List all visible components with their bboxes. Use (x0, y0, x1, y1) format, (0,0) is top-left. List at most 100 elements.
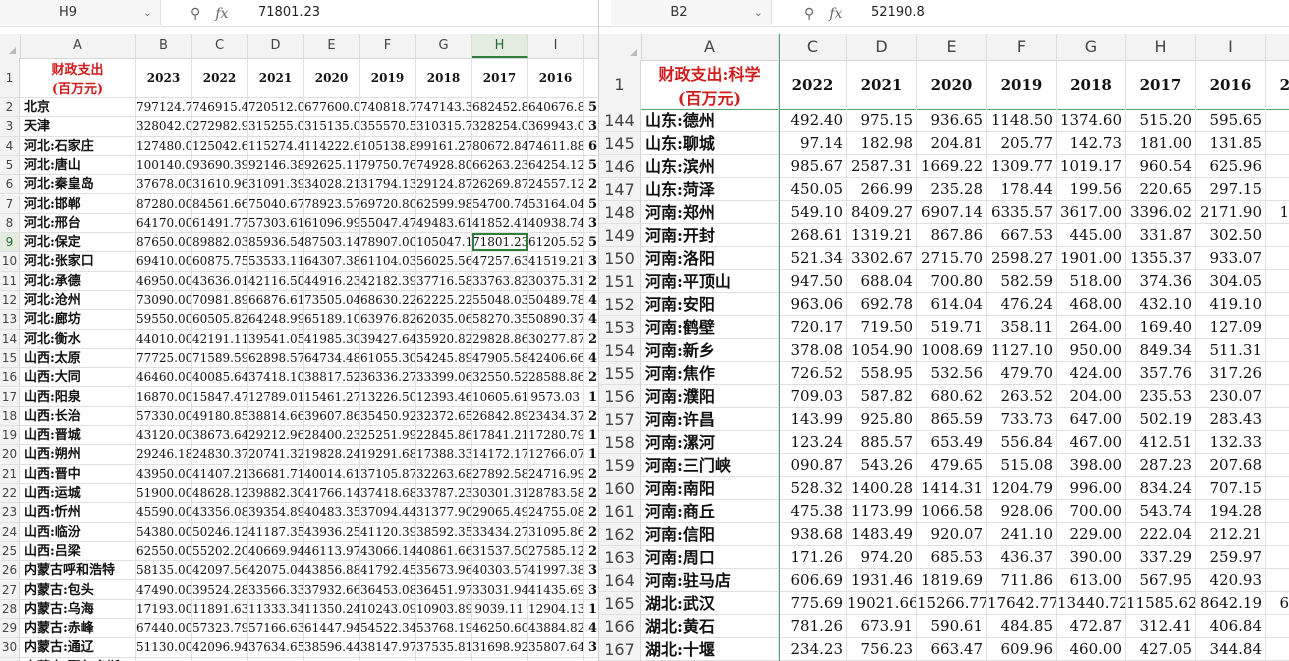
overflow-cell[interactable]: 2 (584, 523, 598, 541)
value-cell[interactable]: 287.23 (1126, 454, 1196, 476)
value-cell[interactable]: 412.51 (1126, 431, 1196, 453)
value-cell[interactable]: 682452.84 (472, 98, 528, 117)
value-cell[interactable]: 6818.9 (1266, 592, 1289, 614)
row-header[interactable]: 18 (0, 406, 20, 426)
row-header[interactable]: 15 (0, 348, 20, 368)
value-cell[interactable]: 29828.86 (472, 329, 528, 348)
value-cell[interactable]: 726.52 (779, 362, 847, 384)
row-header[interactable]: 146 (599, 155, 641, 177)
value-cell[interactable]: 707.15 (1196, 477, 1266, 499)
value-cell[interactable]: 1901.00 (1057, 247, 1126, 269)
value-cell[interactable]: 302.50 (1196, 224, 1266, 246)
overflow-cell[interactable]: 57 (584, 98, 598, 116)
value-cell[interactable]: 479.65 (917, 454, 987, 476)
column-header-h[interactable]: H (1126, 34, 1196, 60)
year-header-cell[interactable]: 2017 (472, 58, 528, 97)
row-header[interactable]: 144 (599, 109, 641, 131)
region-name-cell[interactable]: 山西:临汾 (20, 522, 136, 541)
value-cell[interactable]: 74611.88 (528, 136, 584, 155)
value-cell[interactable]: 22845.86 (416, 426, 472, 445)
value-cell[interactable]: 92625.11 (304, 155, 360, 175)
value-cell[interactable]: 219.8 (1266, 270, 1289, 292)
value-cell[interactable]: 85936.54 (248, 233, 304, 252)
value-cell[interactable]: 60505.82 (192, 310, 248, 329)
value-cell[interactable]: 279.0 (1266, 408, 1289, 430)
value-cell[interactable]: 213.4 (1266, 385, 1289, 407)
value-cell[interactable]: 41985.30 (304, 329, 360, 348)
value-cell[interactable]: 268.61 (779, 224, 847, 246)
value-cell[interactable]: 38592.35 (416, 522, 472, 541)
value-cell[interactable]: 24755.08 (528, 503, 584, 522)
region-name-cell[interactable]: 河南:开封 (641, 224, 779, 246)
value-cell[interactable]: 131.85 (1196, 132, 1266, 154)
value-cell[interactable]: 2171.90 (1196, 201, 1266, 223)
value-cell[interactable]: 468.00 (1057, 293, 1126, 315)
region-name-cell[interactable]: 河南:焦作 (641, 362, 779, 384)
region-name-cell[interactable]: 河北:邯郸 (20, 194, 136, 213)
value-cell[interactable]: 312.41 (1126, 615, 1196, 637)
row-header[interactable]: 153 (599, 316, 641, 338)
value-cell[interactable]: 344.84 (1196, 638, 1266, 660)
value-cell[interactable]: 406.84 (1196, 615, 1266, 637)
value-cell[interactable]: 77725.00 (136, 348, 192, 368)
region-name-cell[interactable]: 山西:晋中 (20, 464, 136, 483)
value-cell[interactable]: 41766.14 (304, 484, 360, 503)
value-cell[interactable]: 37678.00 (136, 175, 192, 194)
value-cell[interactable]: 1319.21 (847, 224, 917, 246)
region-name-cell[interactable]: 河南:周口 (641, 546, 779, 568)
value-cell[interactable]: 614.04 (917, 293, 987, 315)
row-header[interactable]: 163 (599, 546, 641, 568)
value-cell[interactable]: 1669.22 (917, 155, 987, 177)
value-cell[interactable]: 358.11 (987, 316, 1057, 338)
value-cell[interactable]: 8409.27 (847, 201, 917, 223)
region-name-cell[interactable]: 河北:邢台 (20, 213, 136, 233)
value-cell[interactable]: 673.91 (847, 615, 917, 637)
value-cell[interactable]: 317.7 (1266, 339, 1289, 361)
row-header[interactable]: 17 (0, 387, 20, 406)
value-cell[interactable]: 17388.33 (416, 445, 472, 464)
row-header[interactable]: 160 (599, 477, 641, 499)
value-cell[interactable]: 24557.12 (528, 175, 584, 194)
value-cell[interactable]: 31091.39 (248, 175, 304, 194)
value-cell[interactable]: 865.59 (917, 408, 987, 430)
name-box[interactable]: B2 ⌄ (611, 0, 772, 25)
value-cell[interactable]: 938.68 (779, 523, 847, 545)
value-cell[interactable]: 41120.39 (360, 522, 416, 541)
value-cell[interactable]: 26842.89 (472, 406, 528, 426)
value-cell[interactable]: 17642.77 (987, 592, 1057, 614)
value-cell[interactable]: 6907.14 (917, 201, 987, 223)
row-header[interactable]: 14 (0, 329, 20, 348)
value-cell[interactable]: 61491.77 (192, 213, 248, 233)
value-cell[interactable]: 89882.03 (192, 233, 248, 252)
value-cell[interactable]: 1374.60 (1057, 109, 1126, 131)
value-cell[interactable]: 685.53 (917, 546, 987, 568)
overflow-cell[interactable]: 5 (584, 156, 598, 174)
year-header-cell[interactable]: 2021 (847, 60, 917, 109)
value-cell[interactable]: 47490.00 (136, 580, 192, 599)
value-cell[interactable]: 17280.79 (528, 426, 584, 445)
region-name-cell[interactable]: 内蒙古:赤峰 (20, 619, 136, 638)
value-cell[interactable]: 189.0 (1266, 454, 1289, 476)
value-cell[interactable]: 13440.72 (1057, 592, 1126, 614)
value-cell[interactable]: 543.74 (1126, 500, 1196, 522)
value-cell[interactable]: 31377.90 (416, 503, 472, 522)
value-cell[interactable]: 105047.15 (416, 233, 472, 252)
value-cell[interactable]: 974.20 (847, 546, 917, 568)
region-name-cell[interactable]: 山东:德州 (641, 109, 779, 131)
fx-icon[interactable]: fx (215, 2, 228, 27)
overflow-cell[interactable]: 2 (584, 272, 598, 290)
value-cell[interactable]: 28588.86 (528, 368, 584, 387)
row-header[interactable]: 152 (599, 293, 641, 315)
value-cell[interactable]: 30277.87 (528, 329, 584, 348)
value-cell[interactable]: 606.69 (779, 569, 847, 591)
value-cell[interactable]: 328042.09 (136, 117, 192, 136)
value-cell[interactable]: 10605.61 (472, 387, 528, 406)
value-cell[interactable]: 283.43 (1196, 408, 1266, 430)
value-cell[interactable]: 315135.00 (304, 117, 360, 136)
value-cell[interactable]: 963.06 (779, 293, 847, 315)
value-cell[interactable]: 60875.75 (192, 252, 248, 271)
year-header-cell[interactable]: 2017 (1126, 60, 1196, 109)
region-name-cell[interactable]: 河南:郑州 (641, 201, 779, 223)
value-cell[interactable]: 43950.00 (136, 464, 192, 483)
value-cell[interactable]: 12766.07 (528, 445, 584, 464)
